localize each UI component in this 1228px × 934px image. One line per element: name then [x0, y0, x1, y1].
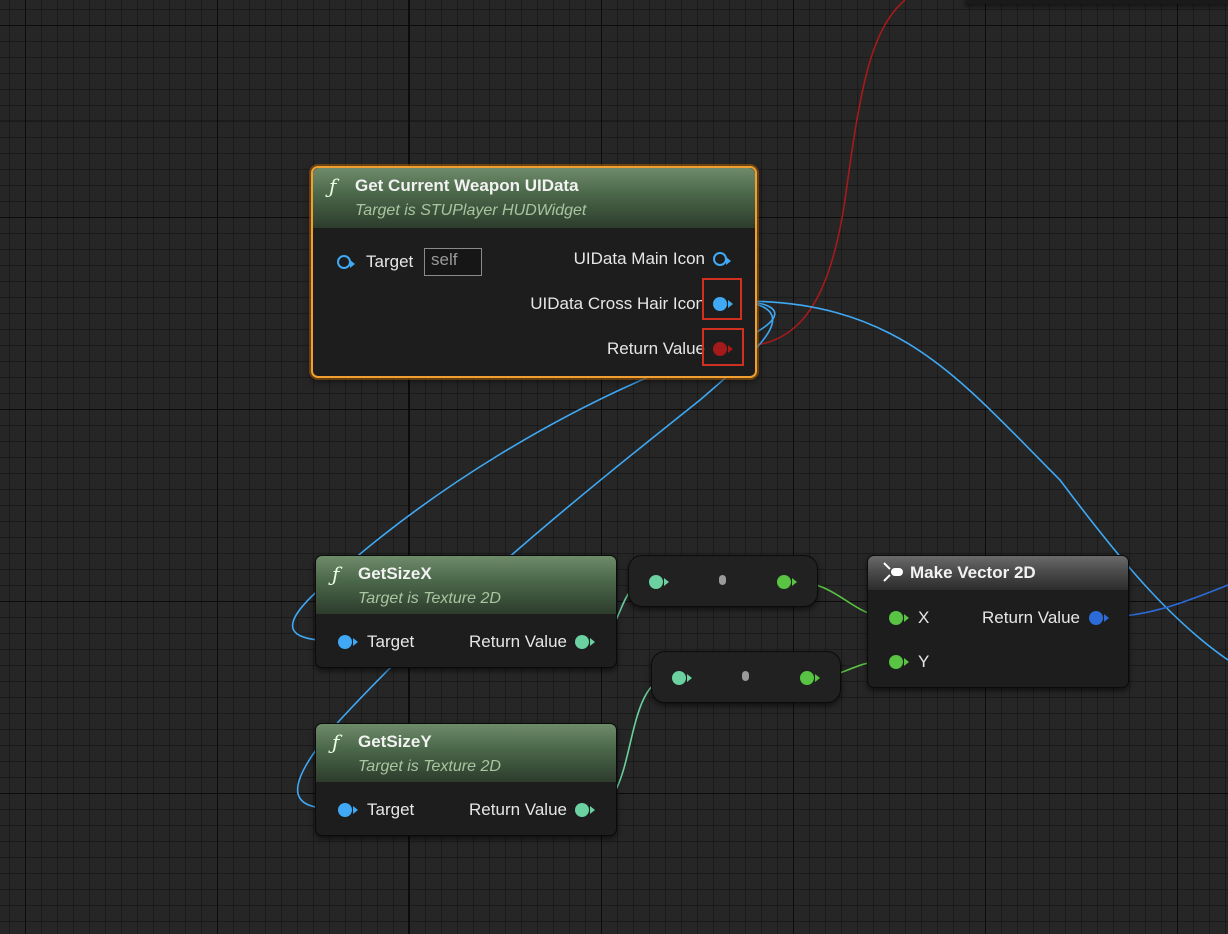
- return-value-pin-label: Return Value: [607, 339, 705, 358]
- node-header[interactable]: Make Vector 2D: [868, 556, 1128, 590]
- return-value-pin[interactable]: [575, 635, 595, 649]
- node-header[interactable]: ƒ GetSizeY Target is Texture 2D: [316, 724, 616, 782]
- node-subtitle: Target is STUPlayer HUDWidget: [355, 202, 587, 219]
- y-input-label: Y: [918, 652, 930, 671]
- wire-struct-return: [741, 0, 906, 347]
- return-value-pin[interactable]: [1089, 611, 1109, 625]
- conversion-input-pin[interactable]: [672, 671, 692, 685]
- node-title: Make Vector 2D: [910, 563, 1036, 582]
- x-input-pin[interactable]: [889, 611, 909, 625]
- node-header[interactable]: ƒ Get Current Weapon UIData Target is ST…: [313, 168, 755, 228]
- conversion-output-pin[interactable]: [777, 575, 797, 589]
- cross-hair-pin-label: UIData Cross Hair Icon: [530, 294, 705, 313]
- node-header[interactable]: ƒ GetSizeX Target is Texture 2D: [316, 556, 616, 614]
- conversion-output-pin[interactable]: [800, 671, 820, 685]
- target-pin-label: Target: [366, 252, 414, 271]
- cross-hair-pin[interactable]: [713, 297, 733, 311]
- target-default-field[interactable]: self: [424, 248, 482, 276]
- int-to-float-conversion-node[interactable]: [628, 555, 818, 607]
- x-input-label: X: [918, 608, 930, 627]
- node-title: GetSizeY: [358, 732, 432, 751]
- get-size-y-node[interactable]: ƒ GetSizeY Target is Texture 2D Target R…: [315, 723, 617, 836]
- node-title: Get Current Weapon UIData: [355, 176, 579, 195]
- return-value-pin[interactable]: [575, 803, 595, 817]
- make-vector-2d-node[interactable]: Make Vector 2D X Y Return Value: [867, 555, 1129, 688]
- main-icon-pin[interactable]: [713, 252, 731, 266]
- node-subtitle: Target is Texture 2D: [358, 758, 501, 775]
- target-pin-label: Target: [367, 632, 415, 651]
- main-icon-pin-label: UIData Main Icon: [573, 249, 705, 268]
- function-icon: ƒ: [332, 730, 340, 754]
- return-value-pin-label: Return Value: [469, 800, 567, 819]
- get-size-x-node[interactable]: ƒ GetSizeX Target is Texture 2D Target R…: [315, 555, 617, 668]
- target-pin[interactable]: [338, 803, 358, 817]
- target-pin[interactable]: [338, 635, 358, 649]
- target-pin-label: Target: [367, 800, 415, 819]
- node-subtitle: Target is Texture 2D: [358, 590, 501, 607]
- return-value-pin[interactable]: [713, 342, 733, 356]
- conversion-dot: [719, 575, 726, 585]
- node-title: GetSizeX: [358, 564, 432, 583]
- function-icon: ƒ: [329, 174, 337, 198]
- int-to-float-conversion-node[interactable]: [651, 651, 841, 703]
- make-struct-icon: [883, 562, 903, 582]
- conversion-dot: [742, 671, 749, 681]
- function-icon: ƒ: [332, 562, 340, 586]
- conversion-input-pin[interactable]: [649, 575, 669, 589]
- return-value-pin-label: Return Value: [982, 608, 1080, 627]
- target-pin[interactable]: [337, 255, 355, 269]
- return-value-pin-label: Return Value: [469, 632, 567, 651]
- y-input-pin[interactable]: [889, 655, 909, 669]
- get-current-weapon-uidata-node[interactable]: ƒ Get Current Weapon UIData Target is ST…: [311, 166, 757, 378]
